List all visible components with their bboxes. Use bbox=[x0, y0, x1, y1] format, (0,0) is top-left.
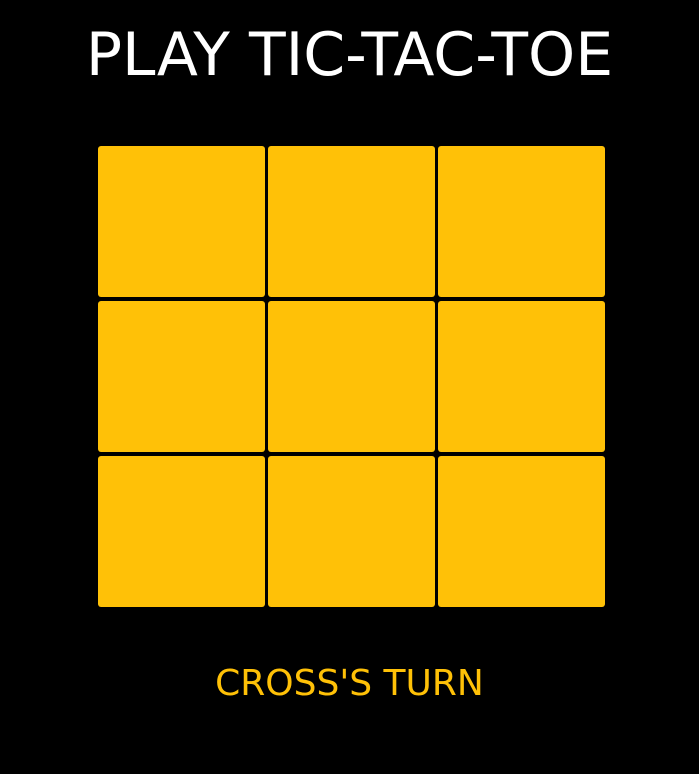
game-board bbox=[98, 146, 605, 607]
board-cell-1[interactable] bbox=[98, 146, 265, 297]
board-cell-9[interactable] bbox=[438, 456, 605, 607]
turn-status: CROSS'S TURN bbox=[215, 663, 484, 704]
board-cell-2[interactable] bbox=[268, 146, 435, 297]
board-cell-6[interactable] bbox=[438, 301, 605, 452]
board-cell-4[interactable] bbox=[98, 301, 265, 452]
board-cell-3[interactable] bbox=[438, 146, 605, 297]
page-title: PLAY TIC-TAC-TOE bbox=[85, 20, 614, 90]
board-cell-7[interactable] bbox=[98, 456, 265, 607]
board-cell-8[interactable] bbox=[268, 456, 435, 607]
board-cell-5[interactable] bbox=[268, 301, 435, 452]
